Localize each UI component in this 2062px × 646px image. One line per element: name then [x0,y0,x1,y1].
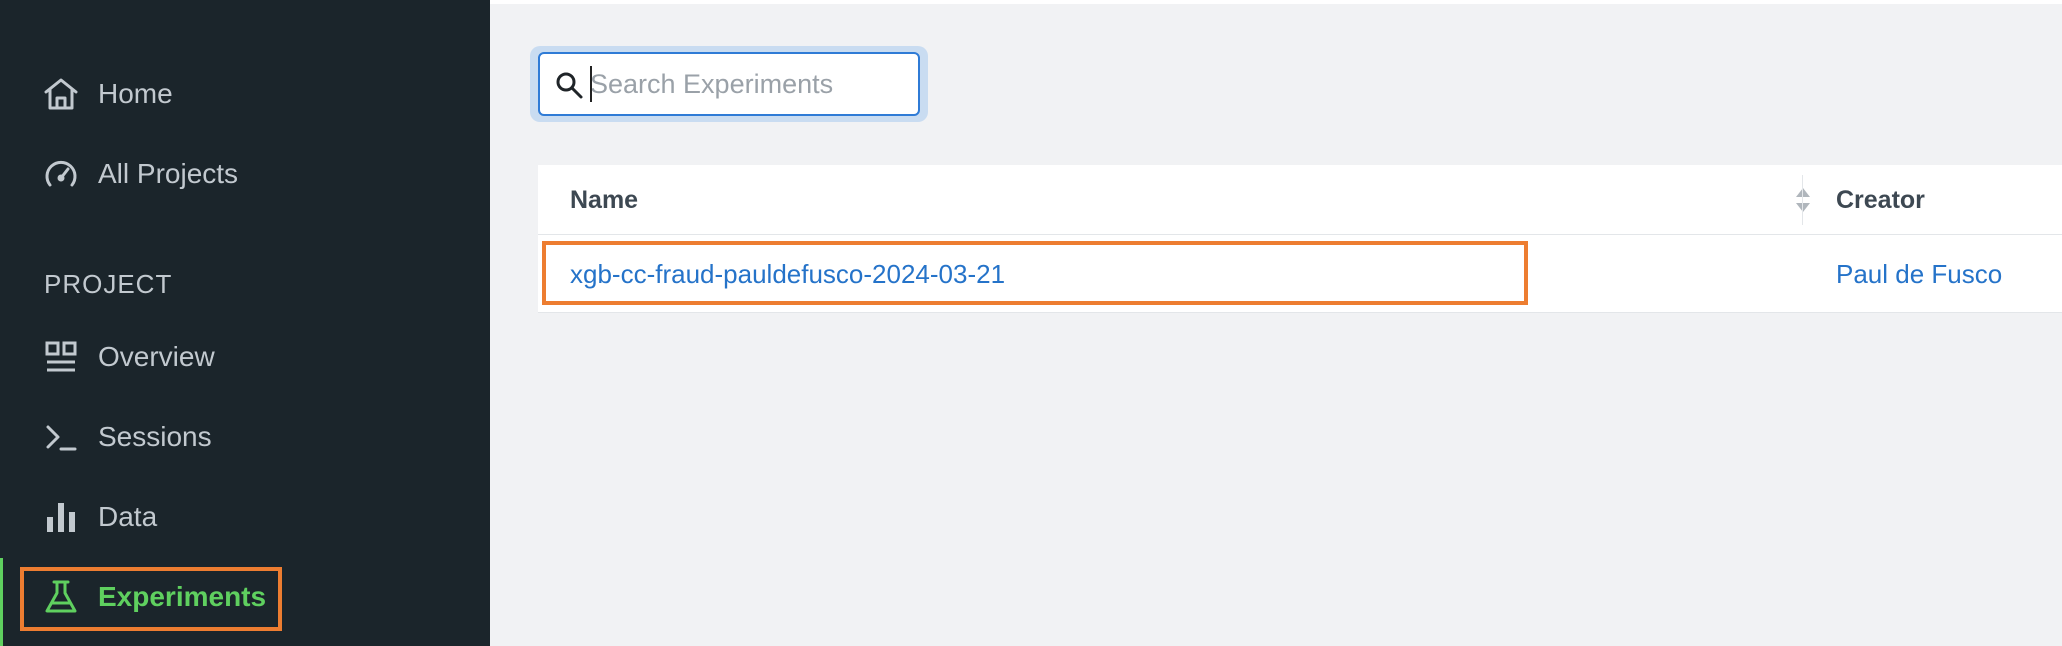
sidebar-item-label: Data [98,501,158,532]
sidebar-item-data[interactable]: Data [0,482,490,552]
section-label-project: PROJECT [44,269,173,299]
sort-icon[interactable] [1794,186,1812,214]
flask-icon [42,578,80,616]
sidebar-item-all-projects[interactable]: All Projects [0,139,490,209]
table-header: Name Creator [538,165,2062,235]
gauge-icon [42,155,80,193]
experiments-table: Name Creator xgb-cc-fraud-pauldefusco-20… [538,165,2062,313]
sidebar-item-label: Overview [98,341,215,372]
sidebar-item-sessions[interactable]: Sessions [0,402,490,472]
sidebar-item-overview[interactable]: Overview [0,322,490,392]
column-divider[interactable] [1802,175,1803,225]
home-icon [42,75,80,113]
main-content: Name Creator xgb-cc-fraud-pauldefusco-20… [490,0,2062,646]
experiment-name-link[interactable]: xgb-cc-fraud-pauldefusco-2024-03-21 [570,236,1005,312]
sidebar-item-home[interactable]: Home [0,59,490,129]
sidebar-item-experiments[interactable]: Experiments [0,562,490,632]
bar-chart-icon [42,498,80,536]
sidebar: Home All Projects PROJECT Overview Sessi… [0,0,490,646]
terminal-icon [42,418,80,456]
text-caret [590,66,592,102]
creator-link[interactable]: Paul de Fusco [1836,236,2002,312]
column-header-creator[interactable]: Creator [1836,165,1925,235]
search-icon [554,70,584,100]
top-border [490,0,2062,4]
sidebar-item-label: Experiments [98,581,267,612]
sidebar-item-label: Sessions [98,421,212,452]
column-header-name[interactable]: Name [570,165,638,235]
sidebar-item-label: All Projects [98,158,239,189]
sidebar-item-label: Home [98,78,173,109]
table-row: xgb-cc-fraud-pauldefusco-2024-03-21 Paul… [538,236,2062,312]
search-input[interactable] [590,60,910,108]
dashboard-icon [42,338,80,376]
